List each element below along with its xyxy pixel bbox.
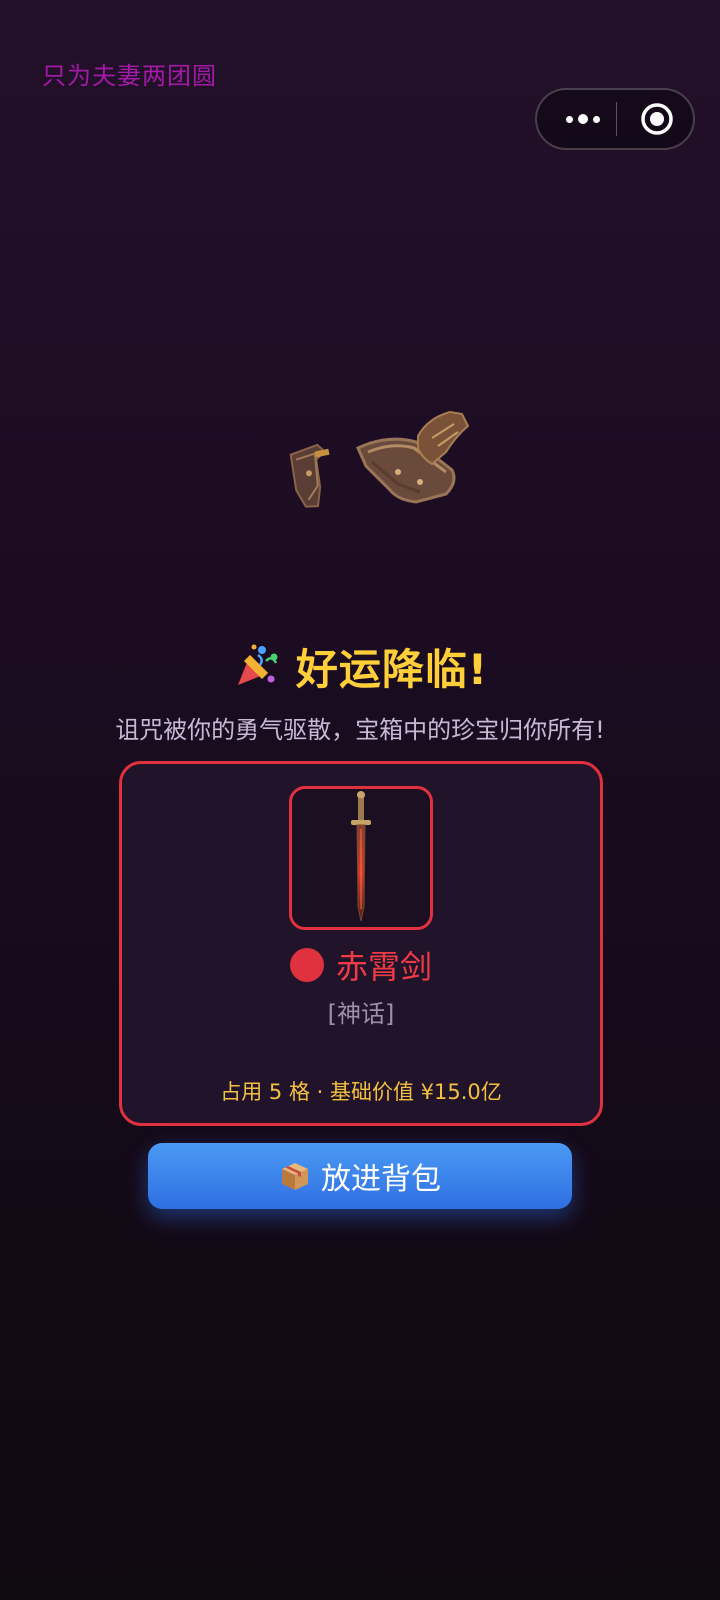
put-in-backpack-button[interactable]: 放进背包	[148, 1143, 572, 1209]
rarity-dot-icon	[289, 948, 324, 982]
package-box-icon	[282, 1163, 308, 1190]
reward-item-card: 赤霄剑 [神话] 占用 5 格 · 基础价值 ¥15.0亿	[119, 761, 603, 1126]
miniprogram-capsule	[535, 88, 695, 150]
party-popper-icon	[237, 644, 278, 685]
item-name-row: 赤霄剑	[122, 942, 600, 988]
put-in-backpack-label: 放进背包	[321, 1162, 441, 1197]
more-dots-icon[interactable]	[555, 90, 611, 148]
broken-chest-icon	[289, 410, 470, 508]
item-name: 赤霄剑	[335, 948, 432, 986]
item-rarity: [神话]	[327, 1000, 395, 1028]
target-close-icon[interactable]	[640, 102, 674, 136]
capsule-divider	[616, 102, 617, 136]
reward-title: 好运降临!	[295, 644, 489, 694]
watermark-text: 只为夫妻两团圆	[42, 62, 217, 90]
item-image-frame	[289, 786, 433, 930]
item-stats: 占用 5 格 · 基础价值 ¥15.0亿	[220, 1080, 502, 1104]
red-sword-icon	[351, 791, 371, 922]
reward-title-row: 好运降临!	[0, 636, 720, 696]
reward-subtitle: 诅咒被你的勇气驱散，宝箱中的珍宝归你所有!	[115, 716, 605, 744]
